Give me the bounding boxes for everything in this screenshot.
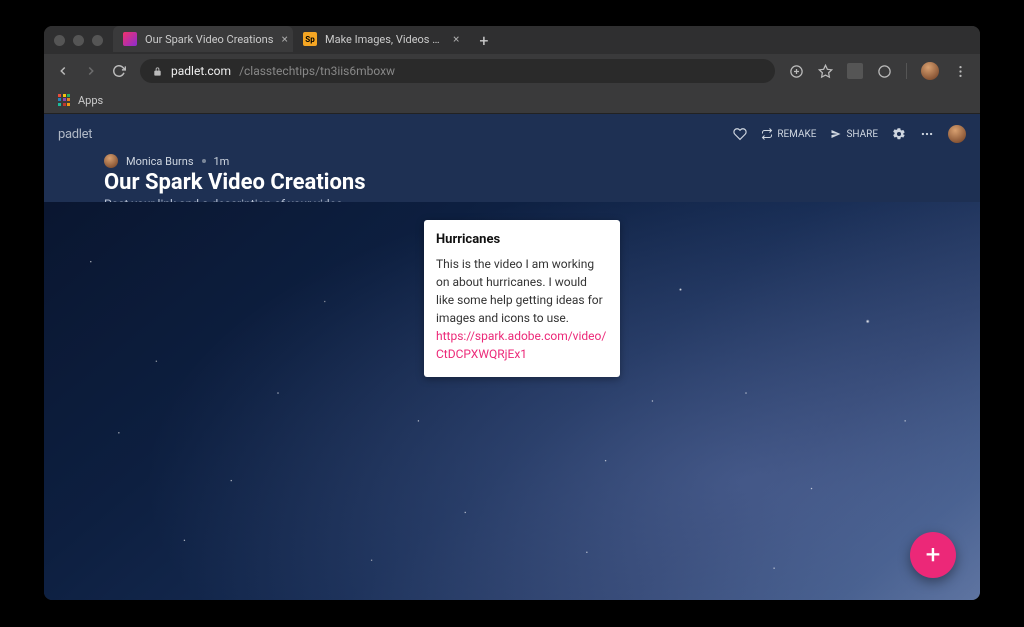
settings-button[interactable] <box>892 127 906 141</box>
apps-grid-icon[interactable] <box>58 94 72 108</box>
like-button[interactable] <box>733 127 747 141</box>
traffic-lights <box>54 35 103 46</box>
post-title: Hurricanes <box>436 232 608 247</box>
share-label: SHARE <box>846 129 878 140</box>
author-name[interactable]: Monica Burns <box>126 155 194 168</box>
addressbar-actions <box>789 62 968 80</box>
board-age: 1m <box>214 155 230 168</box>
apps-label[interactable]: Apps <box>78 94 103 107</box>
tab-active[interactable]: Our Spark Video Creations × <box>113 26 293 52</box>
maximize-window-button[interactable] <box>92 35 103 46</box>
remake-label: REMAKE <box>777 129 816 140</box>
tab-strip: Our Spark Video Creations × Sp Make Imag… <box>113 26 498 54</box>
share-button[interactable]: SHARE <box>830 128 878 140</box>
padlet-app: padlet REMAKE SHARE <box>44 114 980 600</box>
extension-icon[interactable] <box>847 63 863 79</box>
more-button[interactable] <box>920 127 934 141</box>
add-post-fab[interactable]: + <box>910 532 956 578</box>
lock-icon <box>152 66 163 77</box>
author-avatar[interactable] <box>104 154 118 168</box>
browser-window: Our Spark Video Creations × Sp Make Imag… <box>44 26 980 600</box>
profile-avatar[interactable] <box>921 62 939 80</box>
post-card[interactable]: Hurricanes This is the video I am workin… <box>424 220 620 377</box>
addressbar: padlet.com/classtechtips/tn3iis6mboxw <box>44 54 980 88</box>
post-body: This is the video I am working on about … <box>436 255 608 363</box>
padlet-topbar: padlet REMAKE SHARE <box>58 122 966 146</box>
tab-title: Make Images, Videos and Web <box>325 33 445 46</box>
plus-icon: + <box>926 540 941 570</box>
bookmark-star-icon[interactable] <box>818 64 833 79</box>
titlebar: Our Spark Video Creations × Sp Make Imag… <box>44 26 980 54</box>
forward-button[interactable] <box>84 64 98 78</box>
tab-title: Our Spark Video Creations <box>145 33 273 46</box>
install-icon[interactable] <box>789 64 804 79</box>
close-window-button[interactable] <box>54 35 65 46</box>
user-avatar[interactable] <box>948 125 966 143</box>
tab-inactive[interactable]: Sp Make Images, Videos and Web × <box>293 26 469 52</box>
post-link[interactable]: https://spark.adobe.com/video/CtDCPXWQRj… <box>436 329 606 361</box>
remake-button[interactable]: REMAKE <box>761 128 816 140</box>
menu-icon[interactable] <box>953 64 968 79</box>
back-button[interactable] <box>56 64 70 78</box>
extension-icon-2[interactable] <box>877 64 892 79</box>
url-host: padlet.com <box>171 64 231 78</box>
padlet-canvas[interactable]: Hurricanes This is the video I am workin… <box>44 202 980 600</box>
new-tab-button[interactable]: + <box>469 26 498 54</box>
board-meta: Monica Burns 1m <box>104 154 966 168</box>
meta-separator <box>202 159 206 163</box>
padlet-logo[interactable]: padlet <box>58 127 92 142</box>
url-path: /classtechtips/tn3iis6mboxw <box>239 64 395 78</box>
favicon-padlet <box>123 32 137 46</box>
close-tab-icon[interactable]: × <box>453 32 459 46</box>
padlet-actions: REMAKE SHARE <box>733 125 966 143</box>
close-tab-icon[interactable]: × <box>281 32 287 46</box>
board-title: Our Spark Video Creations <box>104 170 966 195</box>
url-input[interactable]: padlet.com/classtechtips/tn3iis6mboxw <box>140 59 775 83</box>
favicon-spark: Sp <box>303 32 317 46</box>
post-body-text: This is the video I am working on about … <box>436 257 603 325</box>
reload-button[interactable] <box>112 64 126 78</box>
bookmarks-bar: Apps <box>44 88 980 114</box>
minimize-window-button[interactable] <box>73 35 84 46</box>
